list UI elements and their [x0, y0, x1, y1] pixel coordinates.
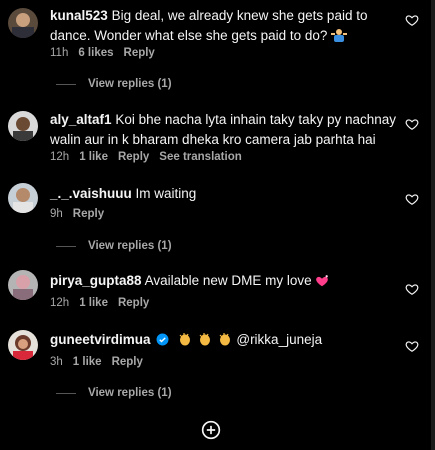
sparkling-heart-emoji-icon	[315, 274, 329, 294]
see-translation-button[interactable]: See translation	[159, 151, 241, 163]
comment-meta: 12h 1 like Reply	[50, 297, 149, 309]
comment-body: Im waiting	[135, 186, 197, 201]
comments-panel: kunal523 Big deal, we already knew she g…	[0, 0, 435, 450]
heart-outline-icon[interactable]	[405, 282, 419, 296]
divider-line	[56, 83, 76, 85]
comment-username[interactable]: _._.vaishuuu	[50, 186, 132, 201]
comment-meta: 9h Reply	[50, 208, 104, 220]
reply-button[interactable]: Reply	[118, 151, 149, 163]
comment-username[interactable]: aly_altaf1	[50, 112, 112, 127]
avatar[interactable]	[8, 8, 38, 38]
reply-button[interactable]: Reply	[124, 47, 155, 59]
view-replies-button[interactable]: View replies (1)	[56, 387, 172, 399]
likes-count[interactable]: 1 like	[79, 151, 108, 163]
clapping-hands-emoji-icon	[197, 331, 213, 353]
avatar[interactable]	[8, 270, 38, 300]
comment-time: 12h	[50, 151, 70, 163]
view-replies-button[interactable]: View replies (1)	[56, 240, 172, 252]
avatar[interactable]	[8, 330, 38, 360]
clapping-hands-emoji-icon	[177, 331, 193, 353]
comment-time: 9h	[50, 208, 63, 220]
reply-button[interactable]: Reply	[112, 356, 143, 368]
comment-meta: 11h 6 likes Reply	[50, 47, 155, 59]
comment-body: Available new DME my love	[144, 273, 312, 288]
comment-meta: 12h 1 like Reply See translation	[50, 151, 242, 163]
likes-count[interactable]: 6 likes	[78, 47, 113, 59]
view-replies-label: View replies (1)	[88, 387, 172, 399]
view-replies-label: View replies (1)	[88, 78, 172, 90]
comment-username[interactable]: pirya_gupta88	[50, 273, 142, 288]
mention-link[interactable]: @rikka_juneja	[236, 332, 322, 347]
comment-username[interactable]: guneetvirdimua	[50, 332, 151, 347]
comment-time: 11h	[50, 47, 69, 59]
clapping-hands-emoji-icon	[217, 331, 233, 353]
reply-button[interactable]: Reply	[73, 208, 104, 220]
heart-outline-icon[interactable]	[405, 13, 419, 27]
view-replies-label: View replies (1)	[88, 240, 172, 252]
likes-count[interactable]: 1 like	[79, 297, 108, 309]
comment-time: 12h	[50, 297, 70, 309]
heart-outline-icon[interactable]	[405, 117, 419, 131]
shrug-emoji-icon	[331, 27, 348, 49]
view-replies-button[interactable]: View replies (1)	[56, 78, 172, 90]
comment-text: kunal523 Big deal, we already knew she g…	[50, 6, 400, 49]
heart-outline-icon[interactable]	[405, 339, 419, 353]
scrollbar[interactable]	[431, 0, 435, 450]
comment-text: aly_altaf1 Koi bhe nacha lyta inhain tak…	[50, 110, 400, 150]
comment-time: 3h	[50, 356, 63, 368]
plus-circle-icon[interactable]	[201, 420, 221, 440]
comment-text: guneetvirdimua @rikka_juneja	[50, 330, 400, 353]
reply-button[interactable]: Reply	[118, 297, 149, 309]
avatar[interactable]	[8, 183, 38, 213]
divider-line	[56, 245, 76, 247]
comment-meta: 3h 1 like Reply	[50, 356, 143, 368]
comment-text: _._.vaishuuu Im waiting	[50, 184, 400, 204]
likes-count[interactable]: 1 like	[73, 356, 102, 368]
verified-badge-icon	[156, 332, 169, 352]
divider-line	[56, 392, 76, 394]
avatar[interactable]	[8, 111, 38, 141]
comment-text: pirya_gupta88 Available new DME my love	[50, 271, 400, 294]
comment-username[interactable]: kunal523	[50, 8, 108, 23]
heart-outline-icon[interactable]	[405, 192, 419, 206]
